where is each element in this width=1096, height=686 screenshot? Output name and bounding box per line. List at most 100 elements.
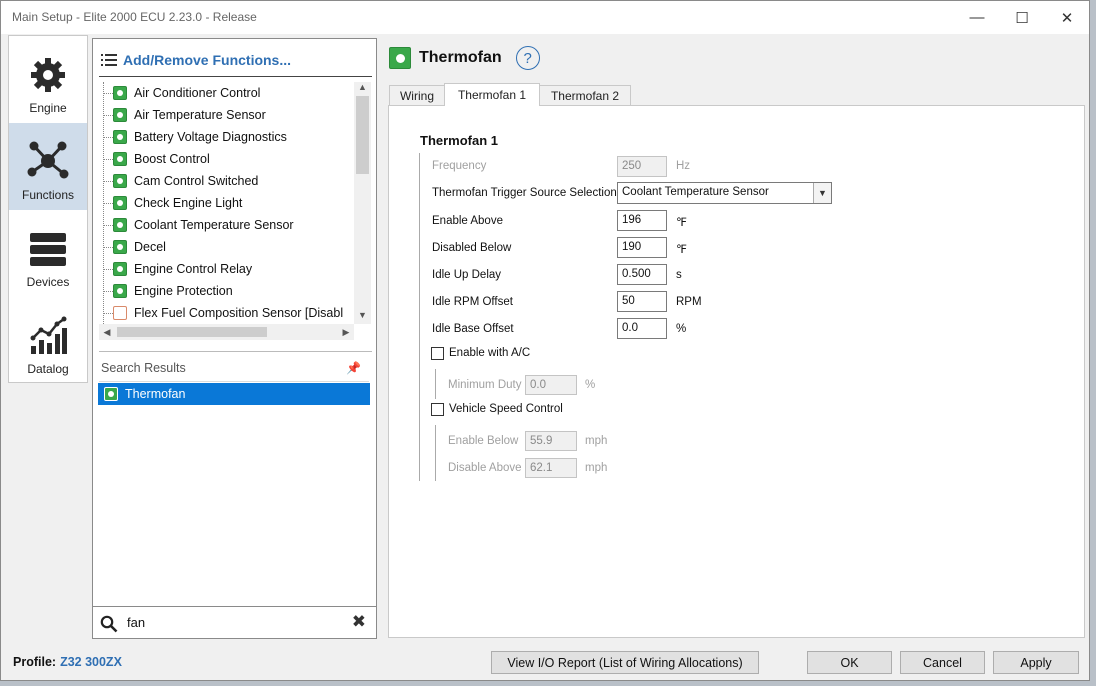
function-item-flex-fuel-composition-sensor[interactable]: Flex Fuel Composition Sensor [Disabl bbox=[99, 302, 354, 324]
nav-item-devices[interactable]: Devices bbox=[9, 210, 87, 297]
scroll-thumb[interactable] bbox=[356, 96, 369, 174]
function-enabled-icon bbox=[113, 108, 127, 122]
function-item-engine-control-relay[interactable]: Engine Control Relay bbox=[99, 258, 354, 280]
scroll-thumb[interactable] bbox=[117, 327, 267, 337]
frequency-label: Frequency bbox=[432, 160, 487, 172]
add-remove-functions-button[interactable]: Add/Remove Functions... bbox=[101, 49, 291, 71]
chevron-down-icon[interactable]: ▼ bbox=[813, 183, 831, 203]
vehicle-speed-checkbox[interactable] bbox=[431, 403, 444, 416]
help-icon[interactable]: ? bbox=[515, 46, 540, 70]
view-io-report-button[interactable]: View I/O Report (List of Wiring Allocati… bbox=[491, 651, 759, 674]
search-result-item[interactable]: Thermofan bbox=[98, 383, 370, 405]
idle-base-offset-label: Idle Base Offset bbox=[432, 323, 514, 335]
function-item-label: Cam Control Switched bbox=[134, 174, 259, 188]
group-line bbox=[435, 369, 436, 399]
function-item-label: Air Conditioner Control bbox=[134, 86, 261, 100]
tab-thermofan-2[interactable]: Thermofan 2 bbox=[539, 85, 631, 106]
function-list-horizontal-scrollbar[interactable]: ◀ ▶ bbox=[99, 324, 354, 340]
function-list-vertical-scrollbar[interactable]: ▲ ▼ bbox=[354, 82, 371, 324]
function-item-label: Air Temperature Sensor bbox=[134, 108, 266, 122]
function-item-boost-control[interactable]: Boost Control bbox=[99, 148, 354, 170]
tab-thermofan-1[interactable]: Thermofan 1 bbox=[444, 83, 540, 106]
disabled-below-unit: ℉ bbox=[676, 244, 687, 256]
server-icon bbox=[30, 233, 66, 266]
enable-above-unit: ℉ bbox=[676, 217, 687, 229]
ok-button[interactable]: OK bbox=[807, 651, 892, 674]
page-title: Thermofan bbox=[419, 49, 502, 66]
function-item-decel[interactable]: Decel bbox=[99, 236, 354, 258]
function-item-label: Coolant Temperature Sensor bbox=[134, 218, 294, 232]
idle-up-delay-field[interactable]: 0.500 bbox=[617, 264, 667, 285]
gear-icon bbox=[31, 58, 65, 92]
group-title: Thermofan 1 bbox=[420, 133, 499, 148]
functions-panel: Add/Remove Functions... Air Conditioner … bbox=[92, 38, 377, 639]
function-item-battery-voltage-diagnostics[interactable]: Battery Voltage Diagnostics bbox=[99, 126, 354, 148]
function-item-label: Engine Control Relay bbox=[134, 262, 253, 276]
profile-indicator: Profile: Z32 300ZX bbox=[13, 655, 122, 669]
function-enabled-icon bbox=[113, 174, 127, 188]
frequency-field: 250 bbox=[617, 156, 667, 177]
function-item-check-engine-light[interactable]: Check Engine Light bbox=[99, 192, 354, 214]
scroll-down-icon[interactable]: ▼ bbox=[354, 310, 371, 324]
minimum-duty-unit: % bbox=[585, 379, 596, 391]
tab-panel: Thermofan 1 Frequency 250 Hz Thermofan T… bbox=[388, 105, 1085, 638]
idle-rpm-offset-unit: RPM bbox=[676, 296, 702, 308]
scroll-right-icon[interactable]: ▶ bbox=[338, 324, 354, 340]
disable-above-unit: mph bbox=[585, 462, 608, 474]
trigger-source-value: Coolant Temperature Sensor bbox=[622, 186, 769, 198]
enable-below-field: 55.9 bbox=[525, 431, 577, 451]
nav-item-datalog[interactable]: Datalog bbox=[9, 297, 87, 384]
function-item-air-conditioner-control[interactable]: Air Conditioner Control bbox=[99, 82, 354, 104]
function-list: Air Conditioner Control Air Temperature … bbox=[99, 82, 354, 324]
divider bbox=[99, 351, 372, 352]
function-item-coolant-temperature-sensor[interactable]: Coolant Temperature Sensor bbox=[99, 214, 354, 236]
function-enabled-icon bbox=[389, 47, 411, 69]
clear-search-icon[interactable]: ✖ bbox=[352, 612, 366, 632]
enable-ac-checkbox[interactable] bbox=[431, 347, 444, 360]
group-line bbox=[435, 425, 436, 481]
divider bbox=[99, 76, 372, 77]
enable-above-field[interactable]: 196 bbox=[617, 210, 667, 231]
function-item-label: Decel bbox=[134, 240, 166, 254]
disable-above-field: 62.1 bbox=[525, 458, 577, 478]
network-icon bbox=[27, 141, 69, 179]
function-item-label: Check Engine Light bbox=[134, 196, 243, 210]
frequency-unit: Hz bbox=[676, 160, 691, 172]
main-setup-window: Main Setup - Elite 2000 ECU 2.23.0 - Rel… bbox=[0, 0, 1090, 681]
profile-value: Z32 300ZX bbox=[60, 655, 122, 669]
search-input[interactable]: fan bbox=[127, 615, 145, 630]
function-item-air-temperature-sensor[interactable]: Air Temperature Sensor bbox=[99, 104, 354, 126]
trigger-source-label: Thermofan Trigger Source Selection bbox=[432, 187, 617, 199]
function-item-label: Boost Control bbox=[134, 152, 210, 166]
tab-label: Thermofan 2 bbox=[550, 89, 620, 103]
group-line bbox=[419, 153, 420, 481]
minimize-button[interactable]: — bbox=[954, 1, 1000, 34]
idle-rpm-offset-label: Idle RPM Offset bbox=[432, 296, 513, 308]
function-item-engine-protection[interactable]: Engine Protection bbox=[99, 280, 354, 302]
function-enabled-icon bbox=[113, 152, 127, 166]
minimum-duty-label: Minimum Duty bbox=[448, 379, 522, 391]
tab-wiring[interactable]: Wiring bbox=[389, 85, 445, 106]
apply-button[interactable]: Apply bbox=[993, 651, 1079, 674]
function-enabled-icon bbox=[113, 130, 127, 144]
function-item-cam-control-switched[interactable]: Cam Control Switched bbox=[99, 170, 354, 192]
window-title: Main Setup - Elite 2000 ECU 2.23.0 - Rel… bbox=[12, 10, 257, 24]
tab-label: Thermofan 1 bbox=[457, 88, 527, 102]
maximize-button[interactable]: ☐ bbox=[999, 1, 1045, 34]
disabled-below-field[interactable]: 190 bbox=[617, 237, 667, 258]
enable-below-unit: mph bbox=[585, 435, 608, 447]
cancel-button[interactable]: Cancel bbox=[900, 651, 985, 674]
nav-item-engine[interactable]: Engine bbox=[9, 36, 87, 123]
function-enabled-icon bbox=[104, 387, 118, 401]
search-bar: fan ✖ bbox=[93, 606, 376, 638]
nav-item-functions[interactable]: Functions bbox=[9, 123, 87, 210]
scroll-left-icon[interactable]: ◀ bbox=[99, 324, 115, 340]
idle-rpm-offset-field[interactable]: 50 bbox=[617, 291, 667, 312]
close-icon: ✕ bbox=[1060, 9, 1074, 27]
idle-base-offset-field[interactable]: 0.0 bbox=[617, 318, 667, 339]
trigger-source-select[interactable]: Coolant Temperature Sensor ▼ bbox=[617, 182, 832, 204]
scroll-up-icon[interactable]: ▲ bbox=[354, 82, 371, 96]
pin-icon[interactable]: 📌 bbox=[346, 361, 361, 375]
close-button[interactable]: ✕ bbox=[1044, 1, 1090, 34]
function-enabled-icon bbox=[113, 262, 127, 276]
